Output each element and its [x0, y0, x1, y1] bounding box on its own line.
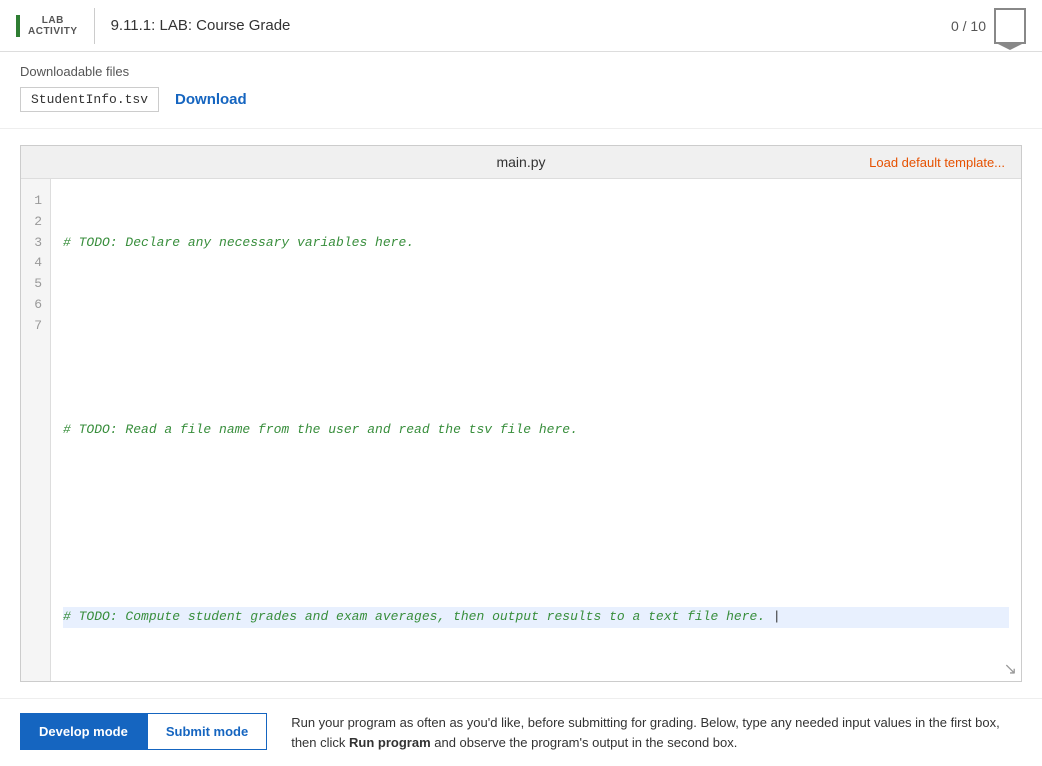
instructions-text: Run your program as often as you'd like,… — [291, 713, 1022, 752]
line-num-7: 7 — [29, 316, 42, 337]
file-name: StudentInfo.tsv — [20, 87, 159, 112]
run-program-label: Run program — [349, 735, 431, 750]
line-num-4: 4 — [29, 253, 42, 274]
line-num-5: 5 — [29, 274, 42, 295]
lab-text: LAB — [42, 15, 64, 26]
header-divider — [94, 8, 95, 44]
score-badge — [994, 8, 1026, 44]
line-num-2: 2 — [29, 212, 42, 233]
editor-body: 1 2 3 4 5 6 7 # TODO: Declare any necess… — [21, 179, 1021, 681]
submit-mode-button[interactable]: Submit mode — [147, 713, 267, 750]
editor-section: main.py Load default template... 1 2 3 4… — [20, 145, 1022, 682]
mode-buttons: Develop mode Submit mode — [20, 713, 267, 750]
score-text: 0 / 10 — [951, 18, 986, 34]
develop-mode-button[interactable]: Develop mode — [20, 713, 147, 750]
downloadable-label: Downloadable files — [20, 64, 1022, 79]
line-num-3: 3 — [29, 233, 42, 254]
line-num-6: 6 — [29, 295, 42, 316]
line-num-1: 1 — [29, 191, 42, 212]
resize-handle[interactable]: ↘ — [1004, 659, 1017, 679]
editor-filename: main.py — [360, 154, 683, 170]
code-line-7: # TODO: Compute student grades and exam … — [63, 607, 1009, 628]
activity-text: ACTIVITY — [28, 26, 78, 37]
lab-badge: LAB ACTIVITY — [16, 15, 78, 37]
line-numbers: 1 2 3 4 5 6 7 — [21, 179, 51, 681]
header: LAB ACTIVITY 9.11.1: LAB: Course Grade 0… — [0, 0, 1042, 52]
bottom-section: Develop mode Submit mode Run your progra… — [0, 698, 1042, 766]
downloadable-section: Downloadable files StudentInfo.tsv Downl… — [0, 52, 1042, 129]
file-row: StudentInfo.tsv Download — [20, 87, 1022, 112]
score-container: 0 / 10 — [951, 8, 1026, 44]
code-line-2 — [63, 295, 1009, 316]
download-link[interactable]: Download — [175, 91, 247, 108]
code-line-5 — [63, 482, 1009, 503]
load-template-link[interactable]: Load default template... — [869, 155, 1005, 170]
code-line-3 — [63, 357, 1009, 378]
editor-header: main.py Load default template... — [21, 146, 1021, 179]
code-line-6 — [63, 545, 1009, 566]
code-editor[interactable]: # TODO: Declare any necessary variables … — [51, 179, 1021, 681]
code-line-1: # TODO: Declare any necessary variables … — [63, 233, 1009, 254]
code-line-4: # TODO: Read a file name from the user a… — [63, 420, 1009, 441]
instructions-part2: and observe the program's output in the … — [431, 735, 738, 750]
page-title: 9.11.1: LAB: Course Grade — [111, 17, 951, 34]
